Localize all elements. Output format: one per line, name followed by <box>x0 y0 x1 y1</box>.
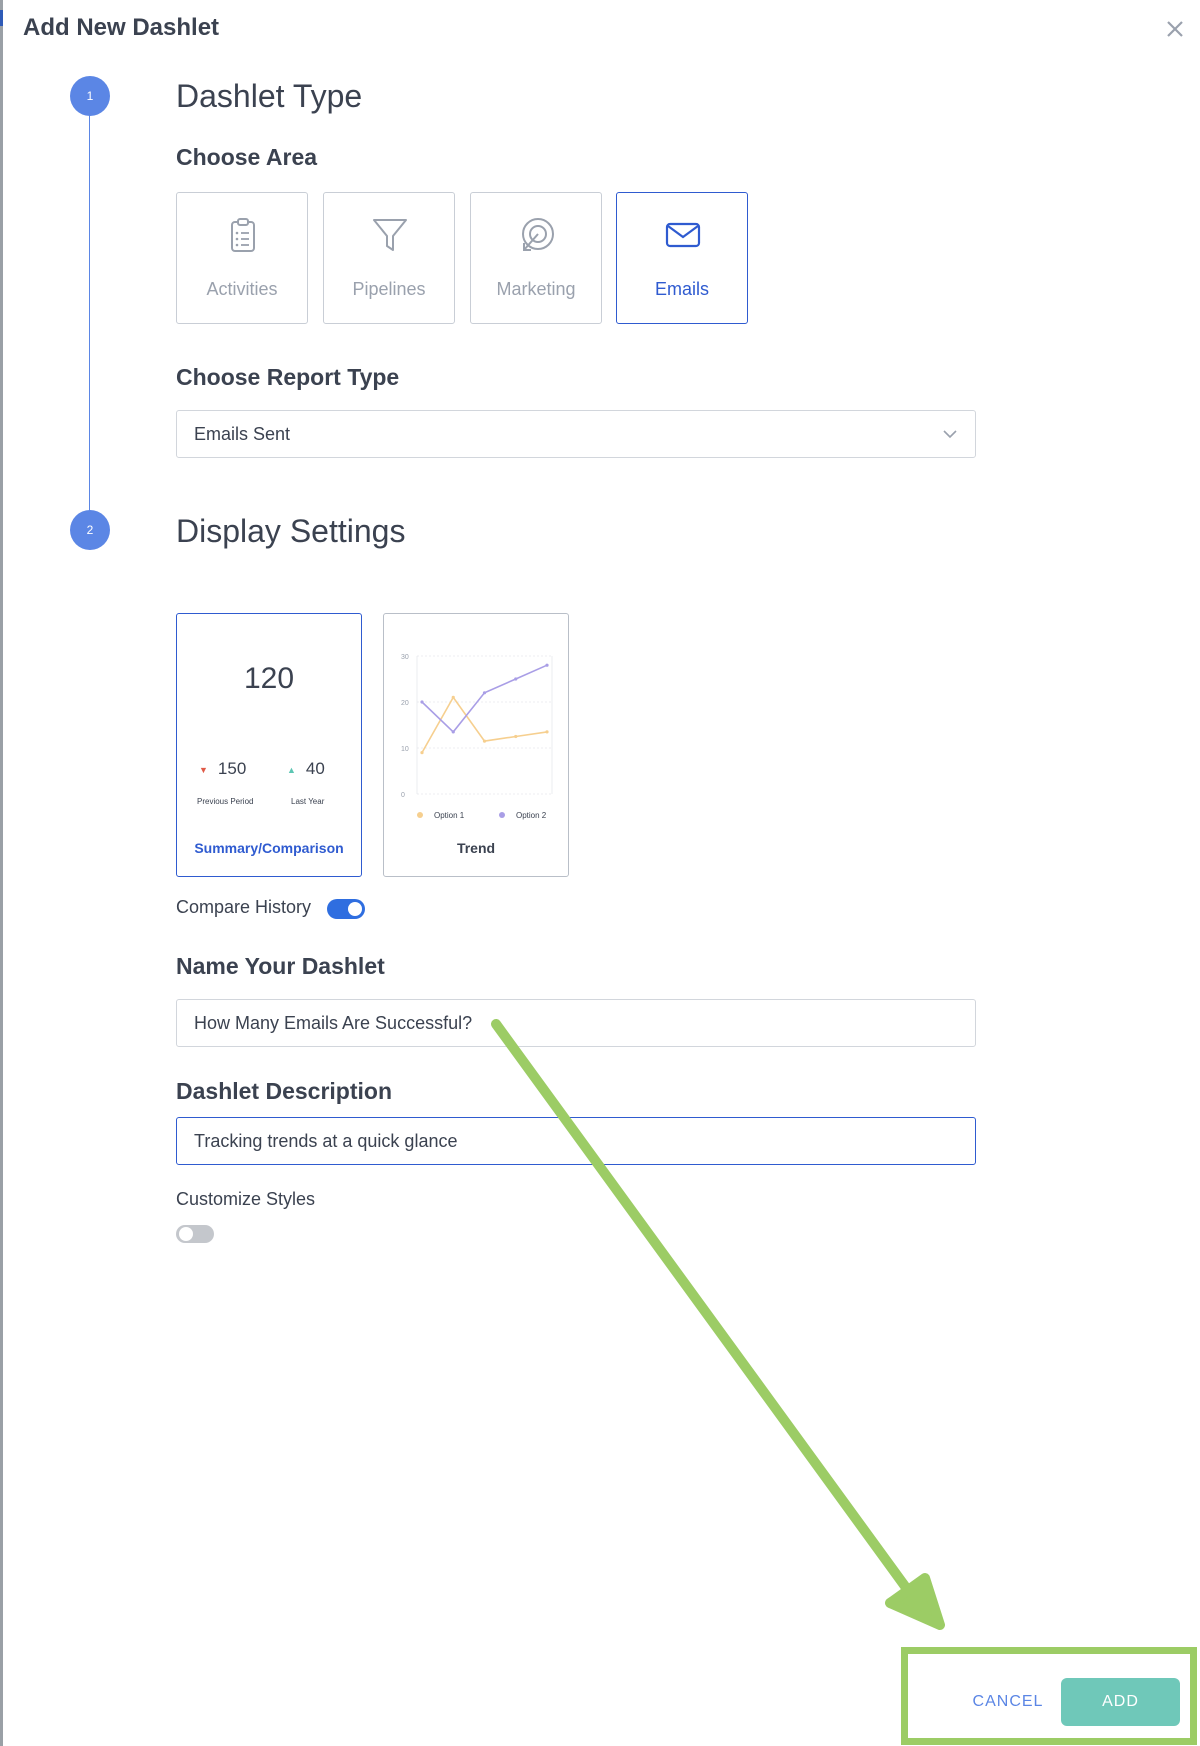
chart-y-tick-label: 0 <box>401 792 405 799</box>
chart-point <box>545 730 549 734</box>
compare-history-toggle[interactable] <box>327 899 365 919</box>
trend-chart: 30 20 10 0 Option 1 Option 2 <box>401 654 553 820</box>
step-2-title: Display Settings <box>176 513 406 549</box>
trend-caption: Trend <box>456 840 496 856</box>
chart-series-line <box>421 695 548 753</box>
previous-period-metric: ▼ 150 <box>199 759 246 779</box>
step-1-title: Dashlet Type <box>176 78 363 114</box>
area-card-activities[interactable]: Activities <box>176 192 308 324</box>
cancel-button[interactable]: CANCEL <box>960 1678 1056 1726</box>
last-year-value: 40 <box>305 759 325 778</box>
report-type-select[interactable]: Emails Sent <box>176 410 976 458</box>
chart-point <box>482 691 487 695</box>
customize-styles-label: Customize Styles <box>176 1189 316 1209</box>
customize-styles-toggle[interactable] <box>176 1225 214 1243</box>
chart-point <box>420 700 424 704</box>
area-card-label: Marketing <box>496 279 576 299</box>
last-year-metric: ▲ 40 <box>287 759 325 779</box>
area-card-label: Activities <box>206 279 278 299</box>
clipboard-icon <box>231 218 255 252</box>
summary-caption: Summary/Comparison <box>194 840 344 856</box>
report-type-label: Choose Report Type <box>176 364 400 390</box>
close-icon <box>1167 21 1183 37</box>
chart-point <box>420 751 424 755</box>
dashlet-name-value: How Many Emails Are Successful? <box>194 1013 473 1033</box>
display-option-summary[interactable]: 120 ▼ 150 ▲ 40 Previous Period Last Year S… <box>176 613 362 877</box>
chart-y-tick-label: 10 <box>401 746 409 753</box>
chart-y-tick-label: 20 <box>401 700 409 707</box>
chart-series-line <box>421 664 548 734</box>
area-card-label: Pipelines <box>352 279 426 299</box>
legend-marker <box>417 812 423 818</box>
step-2-circle: 2 <box>70 510 110 550</box>
area-card-emails[interactable]: Emails <box>616 192 748 324</box>
chart-point <box>514 734 518 739</box>
envelope-icon <box>665 222 701 248</box>
up-triangle-icon: ▲ <box>287 764 296 775</box>
display-option-trend[interactable]: 30 20 10 0 Option 1 Option 2 Trend <box>383 613 569 877</box>
target-icon <box>522 218 554 251</box>
toggle-knob <box>348 902 362 916</box>
chart-point <box>451 730 455 734</box>
window-edge <box>0 0 3 1746</box>
stepper-line <box>89 96 90 530</box>
dashlet-description-value: Tracking trends at a quick glance <box>194 1131 458 1151</box>
window-edge-mark <box>0 10 3 26</box>
toggle-knob <box>179 1227 193 1241</box>
previous-period-value: 150 <box>217 759 247 778</box>
step-1-circle: 1 <box>70 76 110 116</box>
report-type-value: Emails Sent <box>194 424 291 444</box>
close-button[interactable] <box>1160 14 1190 44</box>
area-card-pipelines[interactable]: Pipelines <box>323 192 455 324</box>
chart-point <box>451 695 455 699</box>
chart-point <box>482 739 487 743</box>
add-button[interactable]: ADD <box>1061 1678 1180 1726</box>
choose-area-label: Choose Area <box>176 144 318 170</box>
dashlet-name-label: Name Your Dashlet <box>176 953 385 979</box>
previous-period-label: Previous Period <box>197 797 254 806</box>
dashlet-description-label: Dashlet Description <box>176 1078 392 1104</box>
dashlet-name-input[interactable]: How Many Emails Are Successful? <box>176 999 976 1047</box>
dashlet-description-input[interactable]: Tracking trends at a quick glance <box>176 1117 976 1165</box>
chart-point <box>545 663 549 667</box>
down-triangle-icon: ▼ <box>199 764 208 775</box>
dialog-title: Add New Dashlet <box>23 14 220 41</box>
chevron-down-icon <box>943 430 957 439</box>
area-card-label: Emails <box>654 279 709 299</box>
chart-y-tick-label: 30 <box>401 654 409 661</box>
summary-big-number: 120 <box>243 662 295 695</box>
legend-label: Option 1 <box>434 811 465 820</box>
last-year-label: Last Year <box>291 797 325 806</box>
compare-history-label: Compare History <box>176 897 312 917</box>
funnel-icon <box>373 219 407 251</box>
legend-label: Option 2 <box>516 811 547 820</box>
chart-point <box>514 677 518 681</box>
legend-marker <box>499 812 505 818</box>
area-card-marketing[interactable]: Marketing <box>470 192 602 324</box>
